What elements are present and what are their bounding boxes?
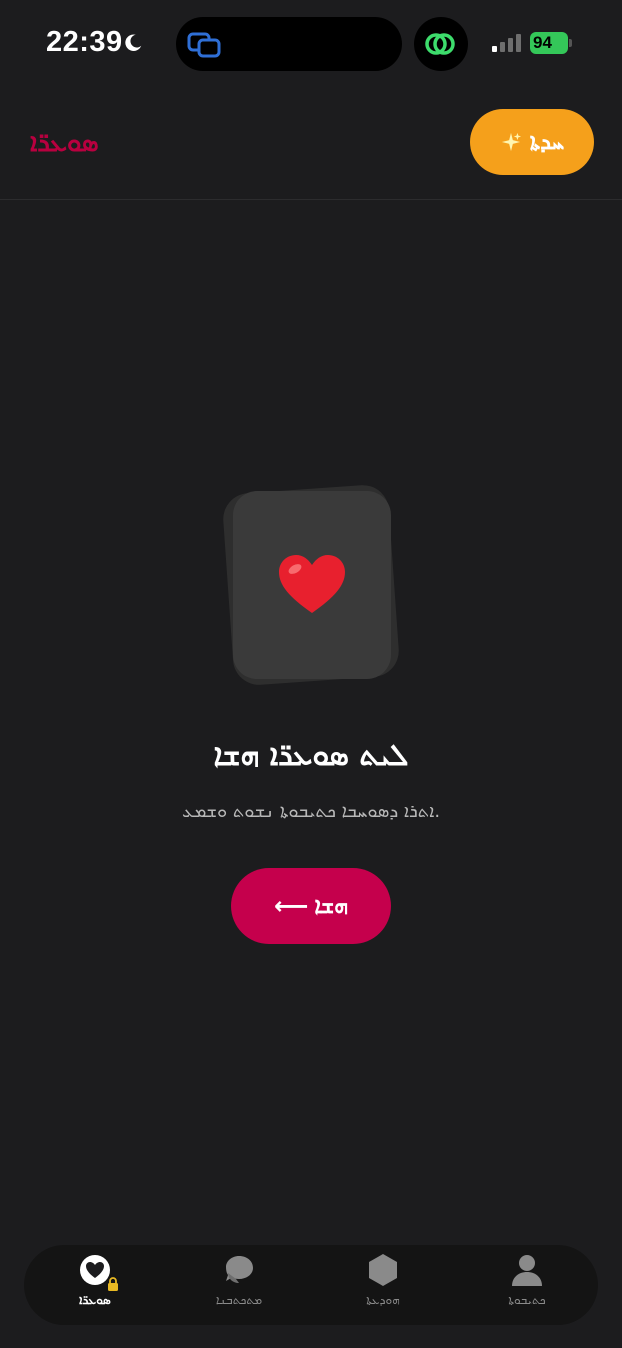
tab-profile-label: ܟܬܝܒܘܬܐ	[508, 1293, 546, 1307]
arrow-left-icon: ⟵	[274, 892, 309, 920]
battery-indicator: 94	[530, 32, 568, 54]
chat-icon	[222, 1253, 256, 1287]
tab-discover[interactable]: ܗܘܕܥܬܐ	[338, 1253, 428, 1317]
screen-mirror-icon	[187, 32, 221, 58]
status-time: 22:39	[46, 26, 123, 58]
heart-icon	[279, 555, 345, 613]
tab-messages-label: ܡܬܟܬܒܢܐ	[215, 1293, 263, 1307]
sparkles-icon	[501, 132, 521, 152]
heart-circle-icon	[78, 1253, 118, 1291]
header-divider	[0, 199, 622, 200]
person-icon	[510, 1253, 544, 1287]
tab-profile[interactable]: ܟܬܝܒܘܬܐ	[482, 1253, 572, 1317]
hexagon-icon	[366, 1253, 400, 1287]
card-stack-front	[233, 491, 391, 679]
empty-state-title: ܠܝܬ ܣܘܥܪ̈ܐ ܗܫܐ	[213, 738, 409, 773]
new-button-label: ܚܕܬܐ	[529, 129, 565, 155]
start-button-label: ܗܫܐ	[314, 893, 348, 919]
tab-discover-label: ܗܘܕܥܬܐ	[366, 1293, 400, 1307]
tab-matches-label: ܣܘܥܪ̈ܐ	[79, 1293, 111, 1307]
battery-tip	[569, 39, 572, 47]
page-title: ܣܘܥܪ̈ܐ	[30, 128, 99, 158]
app-screen: 22:39 94 ܣܘܥܪ̈ܐ ܚܕܬܐ ܠܝܬ ܣܘܥܪ̈ܐ ܗܫܐ ܐܬܪܐ…	[0, 0, 622, 1348]
tab-matches[interactable]: ܣܘܥܪ̈ܐ	[50, 1253, 140, 1317]
new-button[interactable]: ܚܕܬܐ	[470, 109, 594, 175]
empty-state-subtitle: ܐܬܪܐ ܕܣܘܚܒܐ ܟܬܝܒܘܬܐ ܢܫܘܬ ܘܫܡܥ.	[181, 801, 441, 822]
link-icon	[425, 33, 455, 55]
lock-icon	[108, 1277, 118, 1291]
start-button[interactable]: ⟵ ܗܫܐ	[231, 868, 391, 944]
tab-messages[interactable]: ܡܬܟܬܒܢܐ	[194, 1253, 284, 1317]
signal-icon	[492, 34, 521, 52]
moon-icon	[125, 34, 142, 51]
